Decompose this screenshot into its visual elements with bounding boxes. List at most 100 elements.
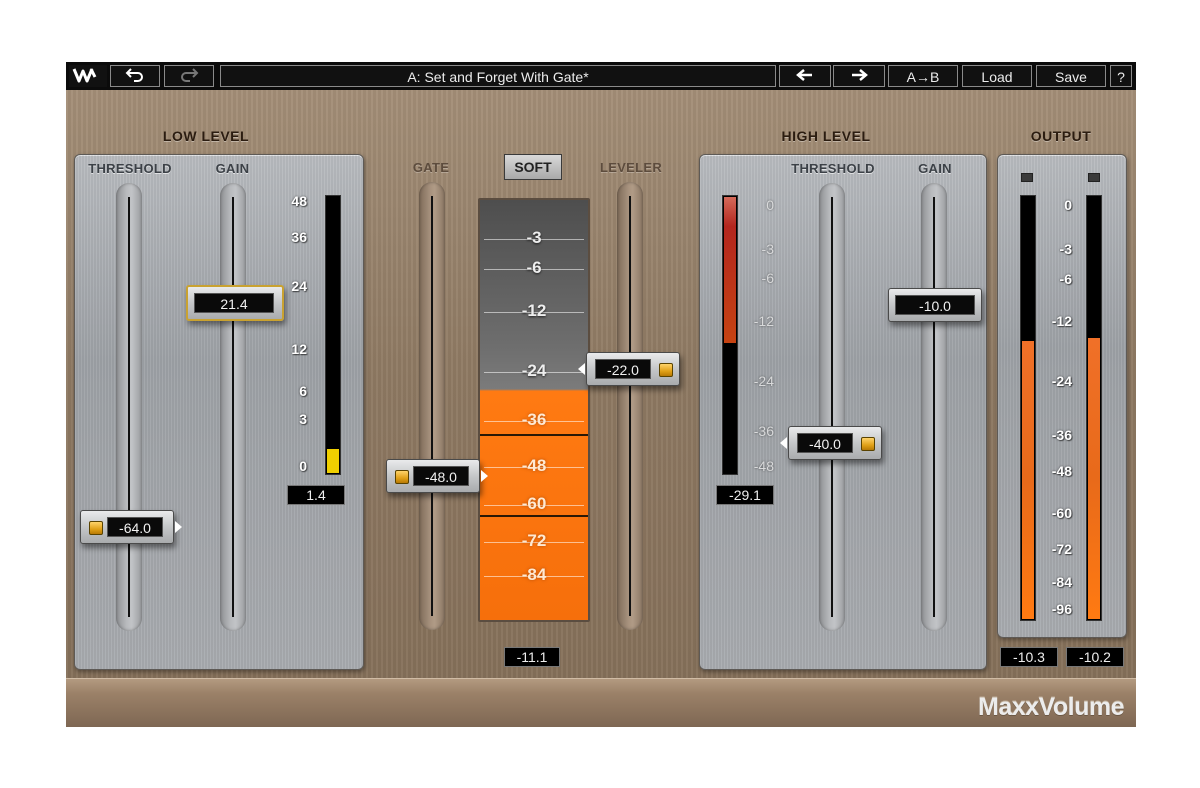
leveler-led-icon <box>659 363 673 377</box>
leveler-scale-label: -60 <box>521 494 547 513</box>
low-gain-handle[interactable]: 21.4 <box>186 285 284 321</box>
output-meter-right-fill <box>1088 338 1100 619</box>
leveler-handle[interactable]: -22.0 <box>578 352 680 386</box>
low-gain-value[interactable]: 21.4 <box>194 293 274 313</box>
gate-led-icon <box>395 470 409 484</box>
high-threshold-handle[interactable]: -40.0 <box>780 426 882 460</box>
leveler-scale-label: -3 <box>526 228 542 247</box>
next-preset-button[interactable] <box>833 65 885 87</box>
gate-label: GATE <box>412 160 450 175</box>
leveler-scale-label: -36 <box>521 410 547 429</box>
output-title: OUTPUT <box>1030 128 1092 144</box>
low-scale-label: 36 <box>291 229 307 245</box>
high-scale-label: 0 <box>766 197 774 213</box>
leveler-scale-label: -24 <box>521 361 547 380</box>
low-level-readout: 1.4 <box>287 485 345 505</box>
output-meter-right <box>1086 195 1102 621</box>
leveler-value[interactable]: -22.0 <box>595 359 651 379</box>
high-gain-handle[interactable]: -10.0 <box>888 288 982 322</box>
high-gain-slider-track[interactable] <box>921 183 947 631</box>
output-left-readout: -10.3 <box>1000 647 1058 667</box>
leveler-scale-label: -84 <box>521 565 547 584</box>
low-level-panel: THRESHOLD GAIN 48 36 24 12 6 3 0 1.4 21.… <box>74 154 364 670</box>
redo-icon <box>181 68 199 82</box>
low-scale-label: 48 <box>291 193 307 209</box>
high-gain-label: GAIN <box>918 161 952 176</box>
output-scale-label: 0 <box>1064 197 1072 213</box>
high-gain-value[interactable]: -10.0 <box>895 295 975 315</box>
low-scale-label: 12 <box>291 341 307 357</box>
undo-button[interactable] <box>110 65 160 87</box>
high-level-panel: THRESHOLD GAIN 0 -3 -6 -12 -24 -36 -48 -… <box>699 154 987 670</box>
output-scale-label: -6 <box>1059 271 1072 287</box>
output-scale-label: -36 <box>1051 427 1072 443</box>
high-level-meter <box>722 195 738 475</box>
gate-marker-line <box>480 434 588 436</box>
undo-icon <box>125 68 143 82</box>
bottom-strip: MaxxVolume <box>66 678 1136 727</box>
high-scale-label: -6 <box>761 270 774 286</box>
load-button[interactable]: Load <box>962 65 1032 87</box>
leveler-slider-track[interactable] <box>617 182 643 630</box>
gate-slider-track[interactable] <box>419 182 445 630</box>
waves-logo-icon[interactable] <box>69 65 107 87</box>
arrow-right-icon <box>481 470 488 482</box>
ab-compare-button[interactable]: A→B <box>888 65 958 87</box>
low-threshold-handle[interactable]: -64.0 <box>80 510 182 544</box>
leveler-readout: -11.1 <box>504 647 560 667</box>
high-level-readout: -29.1 <box>716 485 774 505</box>
redo-button[interactable] <box>164 65 214 87</box>
gate-value[interactable]: -48.0 <box>413 466 469 486</box>
leveler-gain-reduction-bar: -3 -6 -12 -24 -36 -48 -60 -72 -84 <box>478 198 590 622</box>
output-scale-label: -84 <box>1051 574 1072 590</box>
toolbar: A: Set and Forget With Gate* A→B Load Sa… <box>66 62 1136 90</box>
low-scale-label: 6 <box>299 383 307 399</box>
leveler-scale-label: -72 <box>521 531 547 550</box>
leveler-label: LEVELER <box>599 160 663 175</box>
high-scale-label: -12 <box>753 313 774 329</box>
arrow-right-icon <box>175 521 182 533</box>
arrow-left-icon <box>780 437 787 449</box>
output-scale-label: -96 <box>1051 601 1072 617</box>
low-scale-label: 3 <box>299 411 307 427</box>
leveler-scale-label: -48 <box>521 456 547 475</box>
high-threshold-slider-track[interactable] <box>819 183 845 631</box>
low-gain-slider-track[interactable] <box>220 183 246 631</box>
save-button[interactable]: Save <box>1036 65 1106 87</box>
clip-indicator-right[interactable] <box>1088 173 1100 182</box>
output-scale-label: -24 <box>1051 373 1072 389</box>
output-right-readout: -10.2 <box>1066 647 1124 667</box>
low-level-title: LOW LEVEL <box>162 128 250 144</box>
arrow-left-icon <box>578 363 585 375</box>
leveler-scale-label: -12 <box>521 301 547 320</box>
output-panel: 0 -3 -6 -12 -24 -36 -48 -60 -72 -84 -96 <box>997 154 1127 638</box>
soft-mode-button[interactable]: SOFT <box>504 154 562 180</box>
plugin-body: LOW LEVEL HIGH LEVEL OUTPUT THRESHOLD GA… <box>66 90 1136 727</box>
prev-preset-button[interactable] <box>779 65 831 87</box>
low-scale-label: 0 <box>299 458 307 474</box>
low-threshold-slider-track[interactable] <box>116 183 142 631</box>
output-scale-label: -12 <box>1051 313 1072 329</box>
gate-handle[interactable]: -48.0 <box>386 459 488 493</box>
output-meter-left-fill <box>1022 341 1034 619</box>
high-scale-label: -36 <box>753 423 774 439</box>
help-button[interactable]: ? <box>1110 65 1132 87</box>
low-gain-label: GAIN <box>215 161 250 176</box>
preset-name-display[interactable]: A: Set and Forget With Gate* <box>220 65 776 87</box>
high-scale-label: -24 <box>753 373 774 389</box>
high-scale-label: -48 <box>753 458 774 474</box>
high-threshold-value[interactable]: -40.0 <box>797 433 853 453</box>
output-scale-label: -72 <box>1051 541 1072 557</box>
threshold-led-icon <box>89 521 103 535</box>
high-scale-label: -3 <box>761 241 774 257</box>
arrow-left-icon <box>796 69 812 81</box>
low-threshold-label: THRESHOLD <box>88 161 172 176</box>
output-meter-left <box>1020 195 1036 621</box>
output-scale-label: -60 <box>1051 505 1072 521</box>
gate-marker-line <box>480 515 588 517</box>
output-scale-label: -3 <box>1059 241 1072 257</box>
clip-indicator-left[interactable] <box>1021 173 1033 182</box>
low-threshold-value[interactable]: -64.0 <box>107 517 163 537</box>
output-scale-label: -48 <box>1051 463 1072 479</box>
low-level-meter <box>325 195 341 475</box>
